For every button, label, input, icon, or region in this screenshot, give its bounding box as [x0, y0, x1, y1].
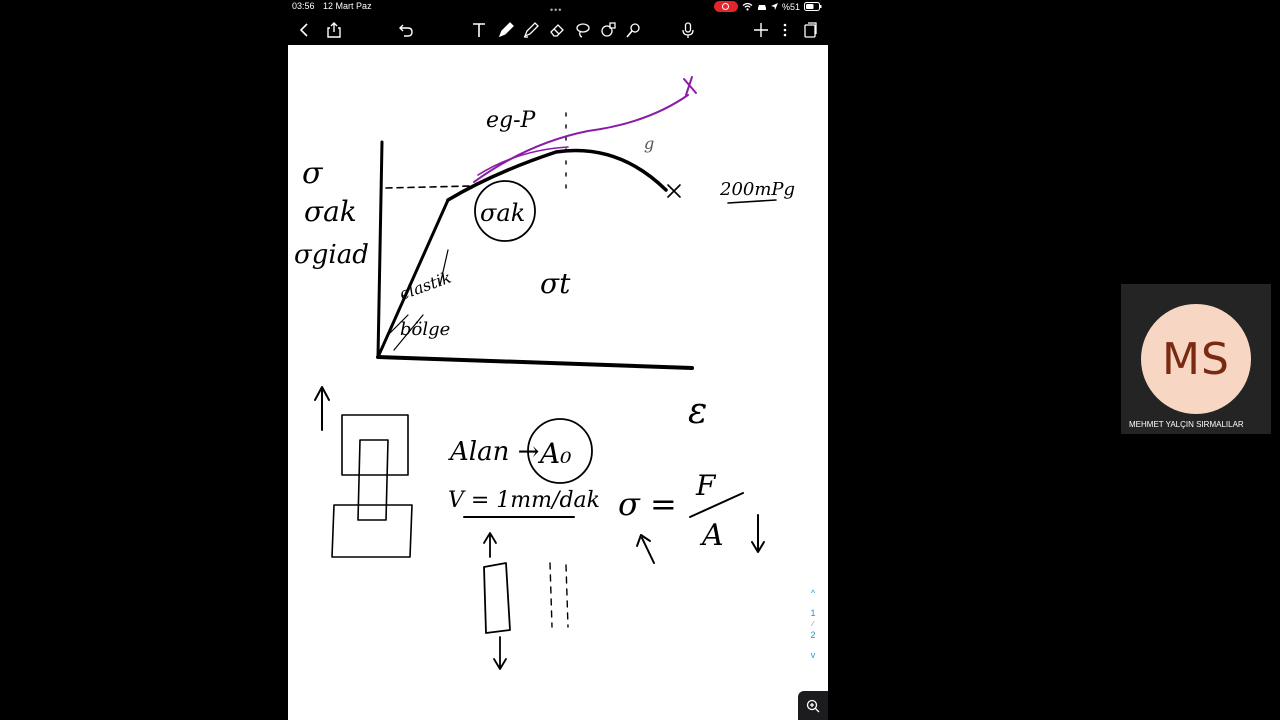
fracture-mark-stroke — [667, 184, 681, 198]
participant-tile[interactable]: MS MEHMET YALÇIN SIRMALILAR — [1121, 284, 1271, 434]
page-next-button[interactable]: v — [802, 650, 824, 661]
text-tool-button[interactable] — [466, 17, 492, 43]
share-icon — [327, 22, 341, 38]
avatar: MS — [1141, 304, 1251, 414]
label-zoom-pq: 200mPg — [719, 179, 795, 200]
note-canvas[interactable]: σ σak σgiad eg-P σak elastik bölge σt 20… — [288, 45, 828, 720]
status-right: %51 — [713, 1, 822, 12]
location-icon — [770, 2, 778, 10]
up-arrow-stroke — [314, 386, 330, 431]
specimen-stroke — [357, 439, 389, 521]
shapes-tool-button[interactable] — [595, 17, 621, 43]
status-left: 03:56 12 Mart Paz — [292, 1, 378, 11]
pen-icon — [498, 22, 514, 38]
mic-button[interactable] — [675, 17, 701, 43]
lasso-tool-button[interactable] — [570, 17, 596, 43]
pages-icon — [804, 22, 817, 38]
add-icon — [754, 23, 768, 37]
formula-arrow-up-stroke — [636, 534, 655, 564]
participant-name: MEHMET YALÇIN SIRMALILAR — [1129, 420, 1244, 429]
notes-toolbar — [288, 14, 828, 45]
car-icon — [757, 4, 766, 10]
page-separator: ⁄ — [812, 621, 814, 628]
label-eg-p: eg-P — [486, 108, 537, 133]
status-time: 03:56 — [292, 1, 315, 11]
label-sigma-ak: σak — [304, 195, 357, 228]
highlighter-tool-button[interactable] — [518, 17, 544, 43]
label-formula-sigma: σ = — [618, 485, 677, 523]
laser-tool-button[interactable] — [620, 17, 646, 43]
pen-tool-button[interactable] — [493, 17, 519, 43]
zoom-underline-stroke — [727, 199, 777, 204]
grip-bottom-stroke — [331, 504, 413, 558]
dashed-level-line — [385, 185, 474, 189]
label-formula-a: A — [699, 518, 724, 553]
screen-record-icon — [713, 1, 738, 12]
grip-top-stroke — [341, 414, 409, 476]
status-date: 12 Mart Paz — [323, 1, 372, 11]
eraser-tool-button[interactable] — [544, 17, 570, 43]
battery-percent: %51 — [781, 1, 800, 12]
label-sigma-ak-circle: σak — [480, 199, 525, 227]
label-elastik: elastik — [397, 268, 454, 304]
arrow-up-small-stroke — [483, 532, 497, 558]
label-sigma-giad: σgiad — [294, 240, 369, 270]
y-axis-stroke — [376, 140, 384, 359]
avatar-initials: MS — [1162, 333, 1230, 385]
pages-button[interactable] — [797, 17, 823, 43]
handwriting-drawing: σ σak σgiad eg-P σak elastik bölge σt 20… — [294, 76, 795, 670]
page-navigator: ^ 1 ⁄ 2 v — [802, 588, 824, 661]
add-button[interactable] — [748, 17, 774, 43]
share-button[interactable] — [321, 17, 347, 43]
purple-cross-stroke — [683, 76, 697, 96]
wifi-icon — [742, 2, 753, 11]
small-specimen-stroke — [483, 562, 511, 634]
formula-arrow-down-stroke — [751, 514, 765, 553]
ipad-screen: 03:56 12 Mart Paz ••• %51 σ σak σgiad eg… — [288, 0, 828, 720]
page-number-1[interactable]: 1 — [802, 608, 824, 619]
eraser-icon — [550, 24, 564, 37]
label-epsilon: ε — [688, 391, 707, 432]
zoom-button[interactable] — [798, 691, 828, 720]
more-icon — [783, 23, 787, 37]
lasso-icon — [576, 23, 590, 38]
shapes-icon — [601, 22, 616, 37]
status-bar: 03:56 12 Mart Paz ••• %51 — [288, 0, 828, 15]
label-alan: Alan → — [448, 437, 539, 467]
undo-icon — [399, 24, 413, 37]
back-icon — [299, 23, 308, 37]
label-g: g — [644, 134, 654, 153]
highlighter-icon — [523, 22, 539, 38]
arrow-down-small-stroke — [493, 636, 507, 670]
text-tool-icon — [473, 23, 485, 37]
zoom-icon — [806, 699, 820, 712]
label-sigma: σ — [302, 156, 324, 191]
undo-button[interactable] — [393, 17, 419, 43]
label-bolge: bölge — [400, 319, 450, 340]
mic-icon — [682, 22, 694, 38]
dashed-specimen-stroke — [549, 562, 569, 628]
x-axis-stroke — [376, 355, 694, 370]
battery-icon — [804, 2, 822, 11]
laser-icon — [626, 23, 640, 38]
label-v-speed: V = 1mm/dak — [448, 488, 600, 513]
page-number-2[interactable]: 2 — [802, 630, 824, 641]
label-a0: A₀ — [537, 437, 571, 470]
back-button[interactable] — [292, 17, 318, 43]
more-button[interactable] — [772, 17, 798, 43]
label-formula-f: F — [695, 469, 717, 502]
label-sigma-t: σt — [540, 267, 571, 300]
page-prev-button[interactable]: ^ — [802, 588, 824, 599]
